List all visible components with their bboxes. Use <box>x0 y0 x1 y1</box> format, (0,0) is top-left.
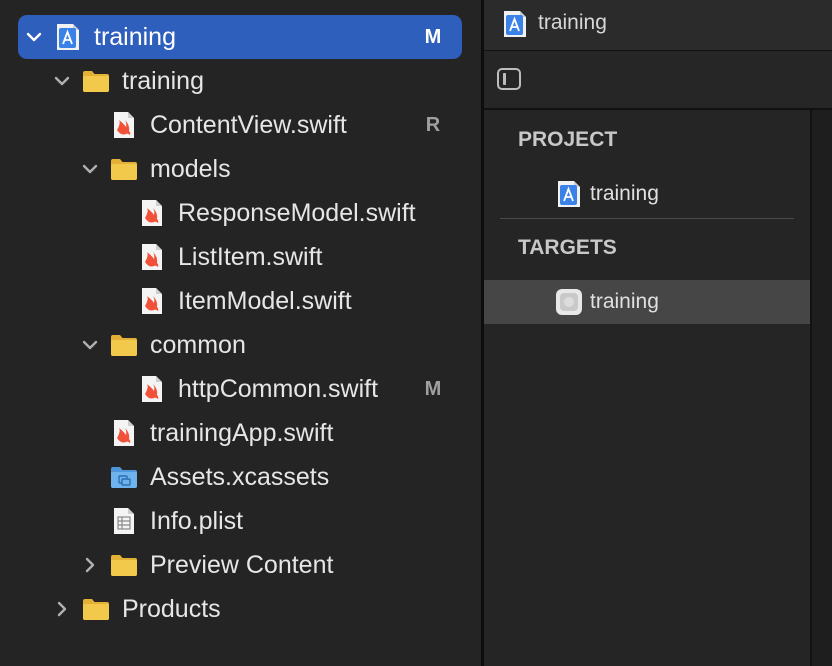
folder-icon <box>82 595 110 623</box>
folder-icon <box>82 67 110 95</box>
navigator-item-assets-xcassets[interactable]: Assets.xcassets <box>0 455 481 499</box>
selection-highlight <box>18 15 462 59</box>
source-control-badge: M <box>424 378 442 400</box>
swift-file-icon <box>138 375 166 403</box>
navigator-item-training[interactable]: training <box>0 59 481 103</box>
navigator-item-label: Assets.xcassets <box>150 463 330 491</box>
target-item-label: training <box>590 290 659 313</box>
xcode-project-icon <box>555 180 583 208</box>
navigator-item-label: ResponseModel.swift <box>178 199 416 227</box>
section-divider <box>500 218 794 219</box>
navigator-item-label: training <box>122 67 204 95</box>
editor-content-area <box>812 110 832 666</box>
navigator-item-trainingapp-swift[interactable]: trainingApp.swift <box>0 411 481 455</box>
navigator-item-listitem-swift[interactable]: ListItem.swift <box>0 235 481 279</box>
source-control-badge: M <box>424 26 442 48</box>
navigator-item-responsemodel-swift[interactable]: ResponseModel.swift <box>0 191 481 235</box>
swift-file-icon <box>138 243 166 271</box>
chevron-right-icon[interactable] <box>52 599 72 619</box>
navigator-item-label: httpCommon.swift <box>178 375 379 403</box>
navigator-item-label: Info.plist <box>150 507 244 535</box>
chevron-down-icon[interactable] <box>52 71 72 91</box>
navigator-item-products[interactable]: Products <box>0 587 481 631</box>
xcode-project-icon <box>502 10 528 38</box>
chevron-down-icon[interactable] <box>80 159 100 179</box>
navigator-item-label: ItemModel.swift <box>178 287 352 315</box>
navigator-item-label: common <box>150 331 246 359</box>
navigator-item-httpcommon-swift[interactable]: httpCommon.swift M <box>0 367 481 411</box>
navigator-item-label: Products <box>122 595 221 623</box>
navigator-item-label: training <box>94 23 176 51</box>
project-item[interactable]: training <box>484 172 810 216</box>
folder-icon <box>110 551 138 579</box>
asset-catalog-icon <box>110 463 138 491</box>
swift-file-icon <box>138 199 166 227</box>
project-item-label: training <box>590 182 659 205</box>
target-item[interactable]: training <box>484 280 810 324</box>
swift-file-icon <box>110 419 138 447</box>
navigator-item-itemmodel-swift[interactable]: ItemModel.swift <box>0 279 481 323</box>
navigator-item-preview-content[interactable]: Preview Content <box>0 543 481 587</box>
navigator-item-label: ListItem.swift <box>178 243 323 271</box>
chevron-down-icon[interactable] <box>80 335 100 355</box>
navigator-item-info-plist[interactable]: Info.plist <box>0 499 481 543</box>
targets-section-header: TARGETS <box>518 236 617 259</box>
navigator-item-label: Preview Content <box>150 551 334 579</box>
project-navigator: training Mtraining ContentView.swift Rmodel… <box>0 0 481 666</box>
swift-file-icon <box>138 287 166 315</box>
editor-toolbar <box>484 51 832 110</box>
editor-title: training <box>538 11 607 34</box>
xcode-project-icon <box>54 23 82 51</box>
navigator-item-label: ContentView.swift <box>150 111 347 139</box>
sidebar-toggle-icon[interactable] <box>497 68 521 90</box>
chevron-down-icon[interactable] <box>24 27 44 47</box>
plist-file-icon <box>110 507 138 535</box>
project-target-list: PROJECT training TARGETS training <box>484 110 810 666</box>
navigator-item-models[interactable]: models <box>0 147 481 191</box>
chevron-right-icon[interactable] <box>80 555 100 575</box>
navigator-item-label: models <box>150 155 231 183</box>
folder-icon <box>110 155 138 183</box>
navigator-item-common[interactable]: common <box>0 323 481 367</box>
app-target-icon <box>555 288 583 316</box>
project-editor-pane: training PROJECT training TARGETS traini… <box>484 0 832 666</box>
navigator-item-training[interactable]: training M <box>0 15 481 59</box>
folder-icon <box>110 331 138 359</box>
navigator-item-label: trainingApp.swift <box>150 419 334 447</box>
editor-title-bar: training <box>484 0 832 51</box>
navigator-item-contentview-swift[interactable]: ContentView.swift R <box>0 103 481 147</box>
project-section-header: PROJECT <box>518 128 618 151</box>
source-control-badge: R <box>425 114 441 136</box>
swift-file-icon <box>110 111 138 139</box>
